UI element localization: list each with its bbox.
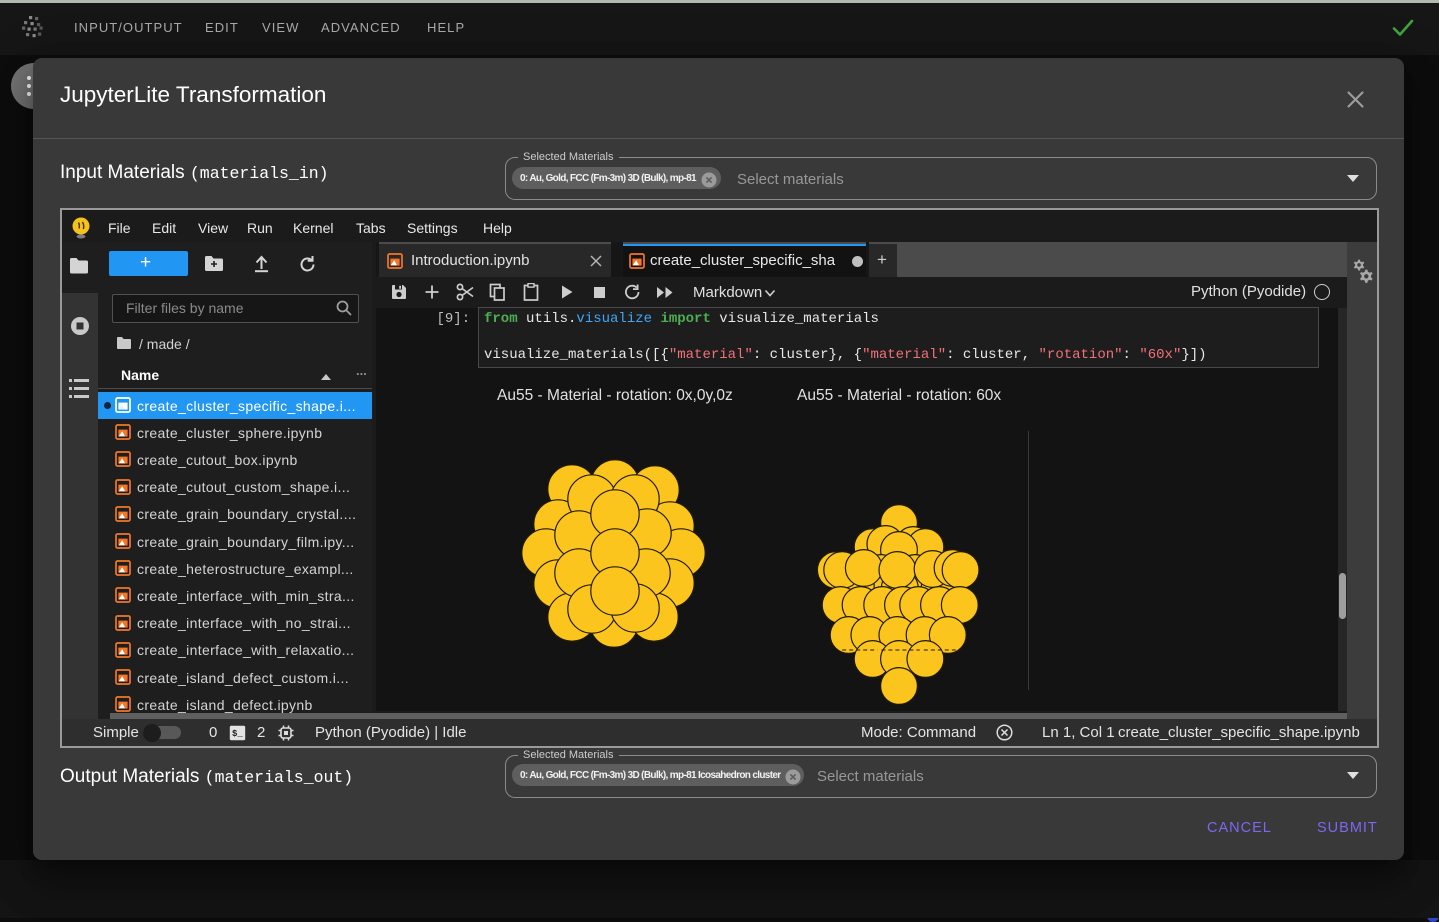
svg-text:$_: $_ <box>232 729 243 739</box>
